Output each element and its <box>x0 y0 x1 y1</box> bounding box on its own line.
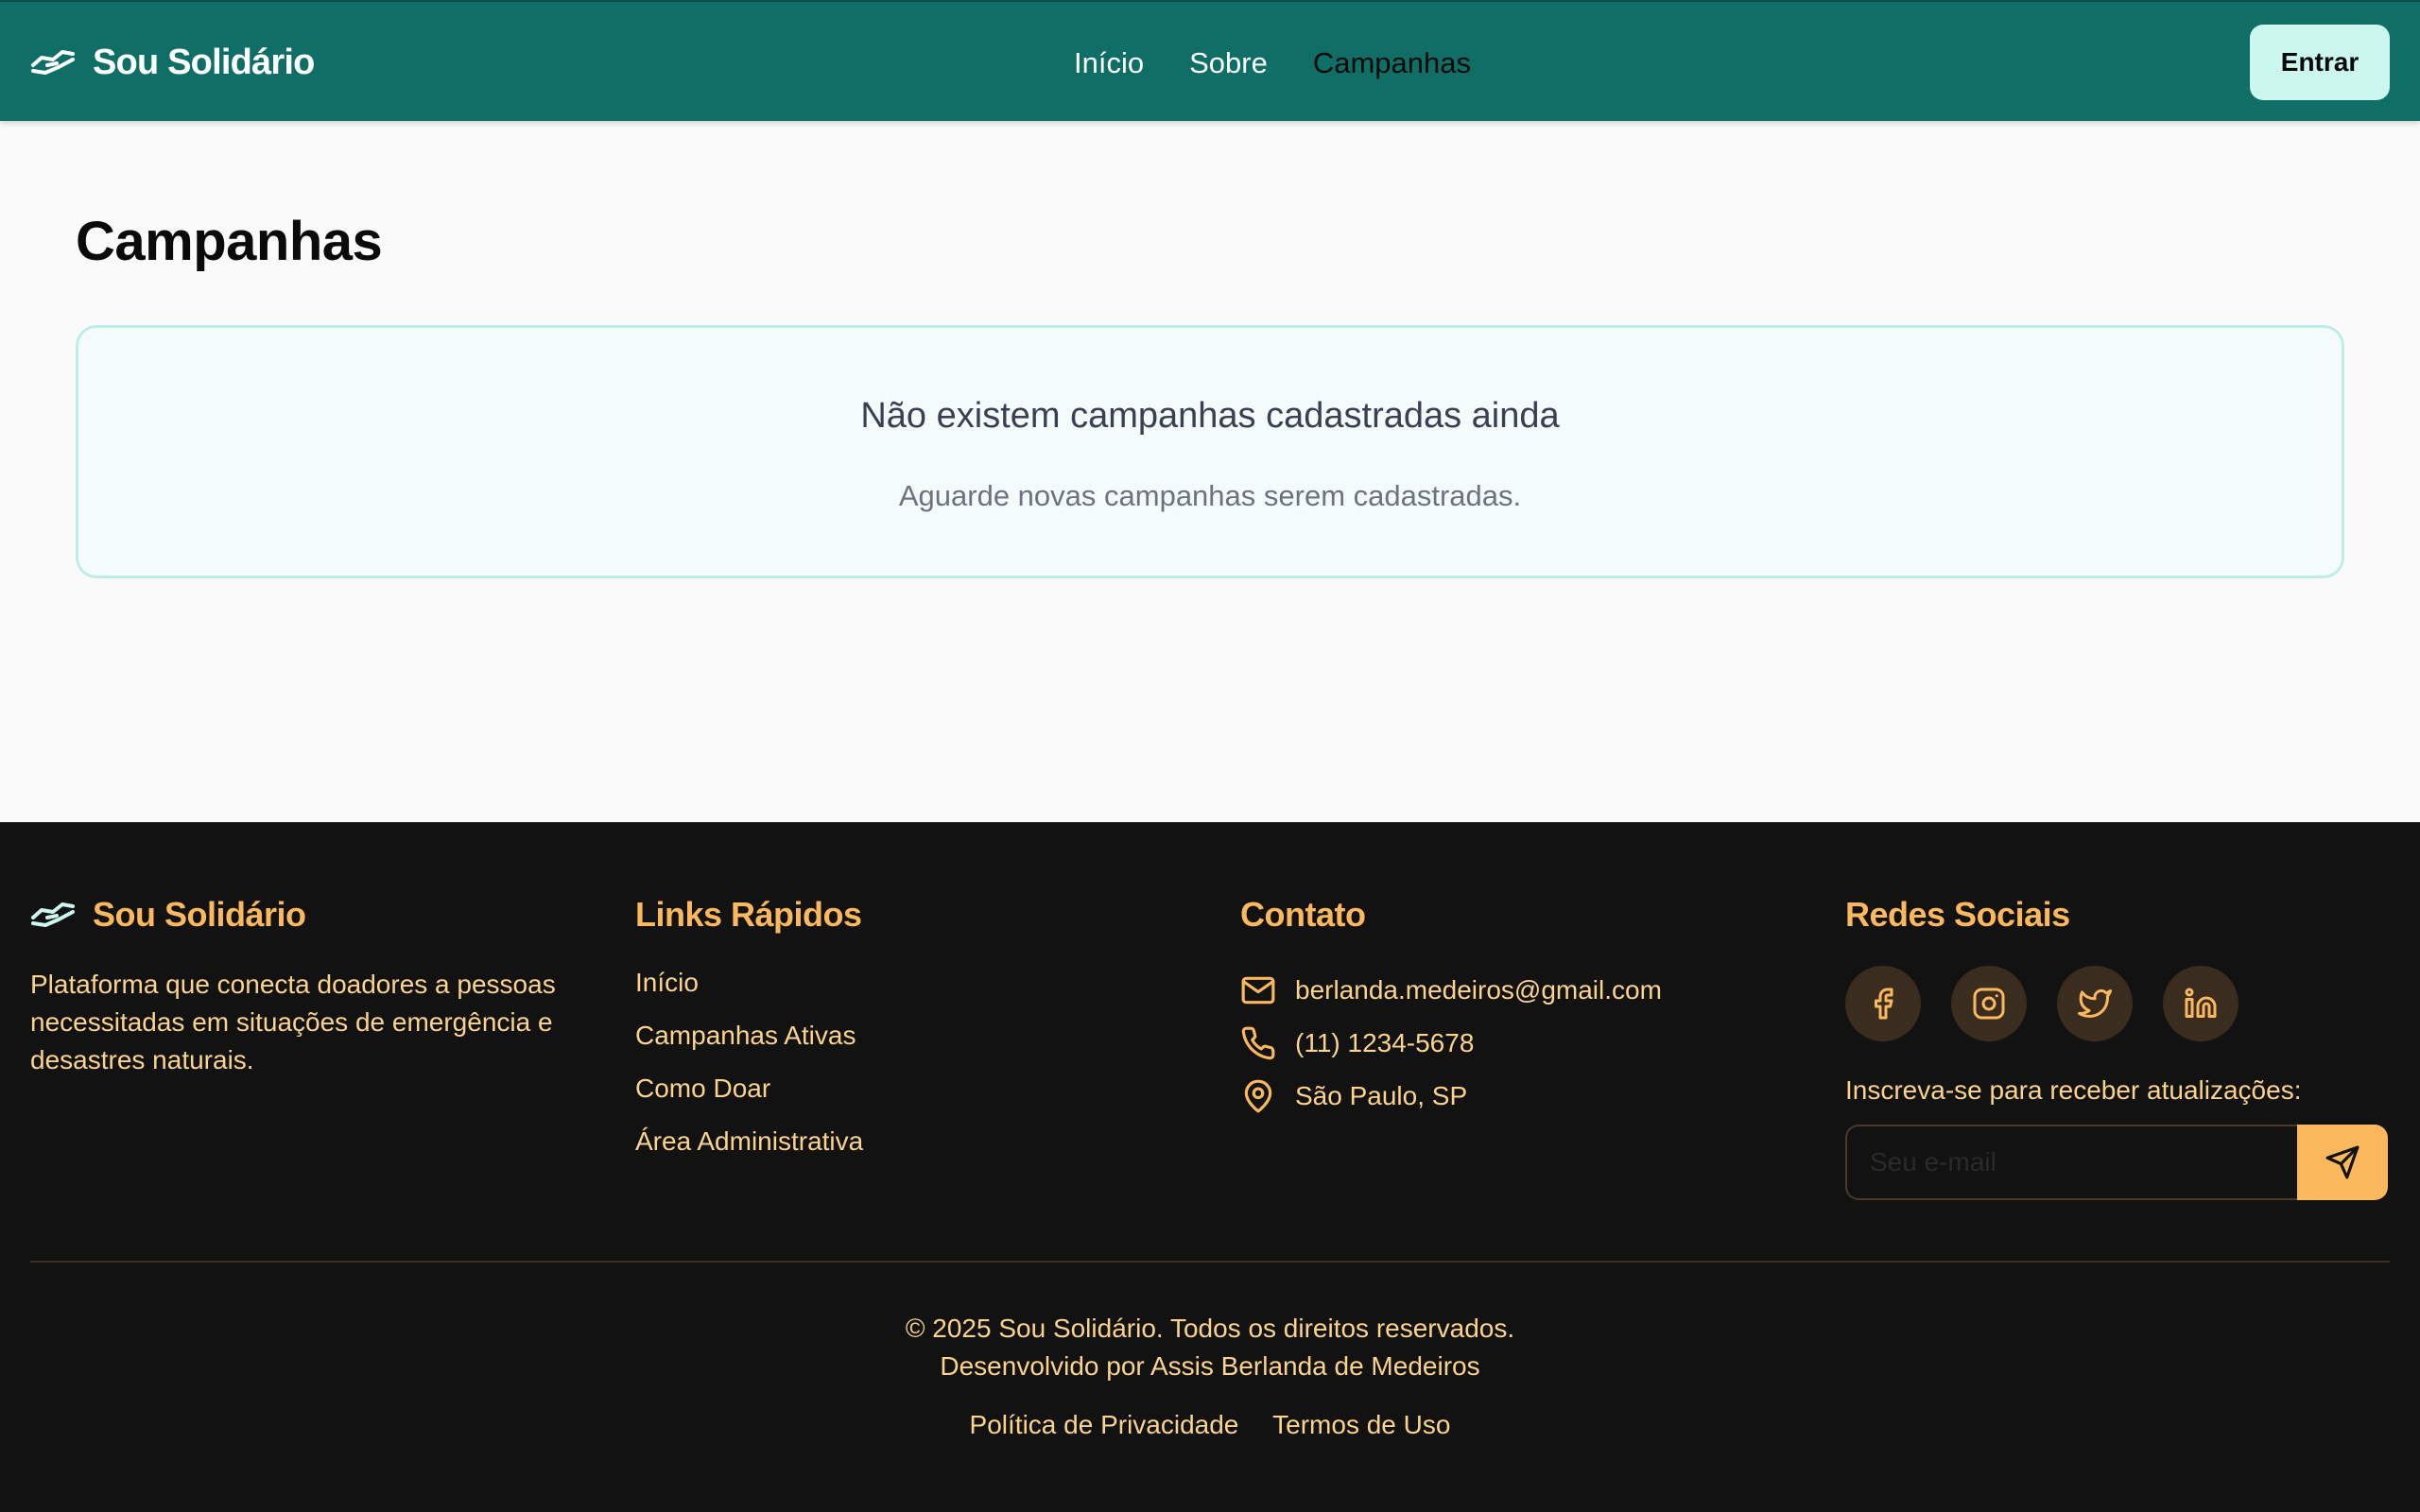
brand[interactable]: Sou Solidário <box>30 34 315 91</box>
handshake-logo-icon <box>31 50 75 75</box>
empty-state-title: Não existem campanhas cadastradas ainda <box>860 396 1560 436</box>
footer-social: Redes Sociais Inscreva-se para receber a… <box>1845 888 2388 1200</box>
facebook-icon <box>1875 988 1893 1020</box>
contact-phone: (11) 1234-5678 <box>1240 1017 1662 1070</box>
contact-location: São Paulo, SP <box>1240 1070 1662 1123</box>
footer-description: Plataforma que conecta doadores a pessoa… <box>30 970 556 1074</box>
footer-links-list: Início Campanhas Ativas Como Doar Área A… <box>635 964 863 1176</box>
subscribe-email-input[interactable] <box>1845 1125 2297 1200</box>
social-links <box>1845 966 2388 1041</box>
brand-name: Sou Solidário <box>93 42 315 82</box>
contact-email: berlanda.medeiros@gmail.com <box>1240 964 1662 1017</box>
footer-link-inicio[interactable]: Início <box>635 964 863 1017</box>
subscribe-submit-button[interactable] <box>2297 1125 2388 1200</box>
footer-contact-title: Contato <box>1240 895 1366 934</box>
twitter-icon <box>2078 988 2112 1018</box>
phone-icon <box>1241 1026 1275 1060</box>
twitter-link[interactable] <box>2057 966 2133 1041</box>
login-button[interactable]: Entrar <box>2250 25 2390 100</box>
nav-link-inicio[interactable]: Início <box>1074 46 1144 80</box>
page-title: Campanhas <box>76 211 383 272</box>
empty-state-card: Não existem campanhas cadastradas ainda … <box>76 325 2344 578</box>
subscribe-label: Inscreva-se para receber atualizações: <box>1845 1075 2302 1105</box>
footer-legal-links: Política de Privacidade Termos de Uso <box>0 1410 2420 1440</box>
send-icon <box>2325 1145 2360 1179</box>
mail-icon <box>1241 976 1275 1005</box>
footer-link-area-administrativa[interactable]: Área Administrativa <box>635 1123 863 1176</box>
nav-link-sobre[interactable]: Sobre <box>1189 46 1268 80</box>
developer-credit: Desenvolvido por Assis Berlanda de Medei… <box>940 1351 1480 1381</box>
footer-divider <box>30 1261 2390 1263</box>
instagram-link[interactable] <box>1951 966 2027 1041</box>
contact-list: berlanda.medeiros@gmail.com (11) 1234-56… <box>1240 964 1662 1123</box>
footer-link-como-doar[interactable]: Como Doar <box>635 1070 863 1123</box>
empty-state-subtitle: Aguarde novas campanhas serem cadastrada… <box>898 479 1522 512</box>
footer-quick-links: Links Rápidos Início Campanhas Ativas Co… <box>635 888 863 1176</box>
contact-location-text: São Paulo, SP <box>1295 1081 1468 1110</box>
footer-brand: Sou Solidário <box>30 888 616 941</box>
contact-email-text[interactable]: berlanda.medeiros@gmail.com <box>1295 975 1662 1005</box>
linkedin-link[interactable] <box>2163 966 2238 1041</box>
map-pin-icon <box>1244 1079 1272 1113</box>
subscribe-form <box>1845 1125 2388 1200</box>
facebook-link[interactable] <box>1845 966 1921 1041</box>
footer-copyright: © 2025 Sou Solidário. Todos os direitos … <box>0 1310 2420 1385</box>
footer-links-title: Links Rápidos <box>635 895 862 934</box>
footer-contact: Contato berlanda.medeiros@gmail.com (11)… <box>1240 888 1662 1123</box>
footer-link-campanhas-ativas[interactable]: Campanhas Ativas <box>635 1017 863 1070</box>
instagram-icon <box>1973 988 2005 1020</box>
footer-social-title: Redes Sociais <box>1845 895 2070 934</box>
contact-phone-text[interactable]: (11) 1234-5678 <box>1295 1028 1474 1058</box>
footer: Sou Solidário Plataforma que conecta doa… <box>0 822 2420 1512</box>
main-nav: Início Sobre Campanhas <box>1074 40 1471 87</box>
privacy-policy-link[interactable]: Política de Privacidade <box>970 1410 1239 1439</box>
footer-about: Sou Solidário Plataforma que conecta doa… <box>30 888 616 1079</box>
linkedin-icon <box>2185 988 2217 1018</box>
footer-brand-name: Sou Solidário <box>93 895 306 934</box>
handshake-logo-icon <box>31 902 75 927</box>
terms-of-use-link[interactable]: Termos de Uso <box>1272 1410 1450 1439</box>
nav-link-campanhas[interactable]: Campanhas <box>1313 46 1471 80</box>
copyright-text: © 2025 Sou Solidário. Todos os direitos … <box>905 1314 1515 1343</box>
top-navbar: Sou Solidário Início Sobre Campanhas Ent… <box>0 0 2420 121</box>
